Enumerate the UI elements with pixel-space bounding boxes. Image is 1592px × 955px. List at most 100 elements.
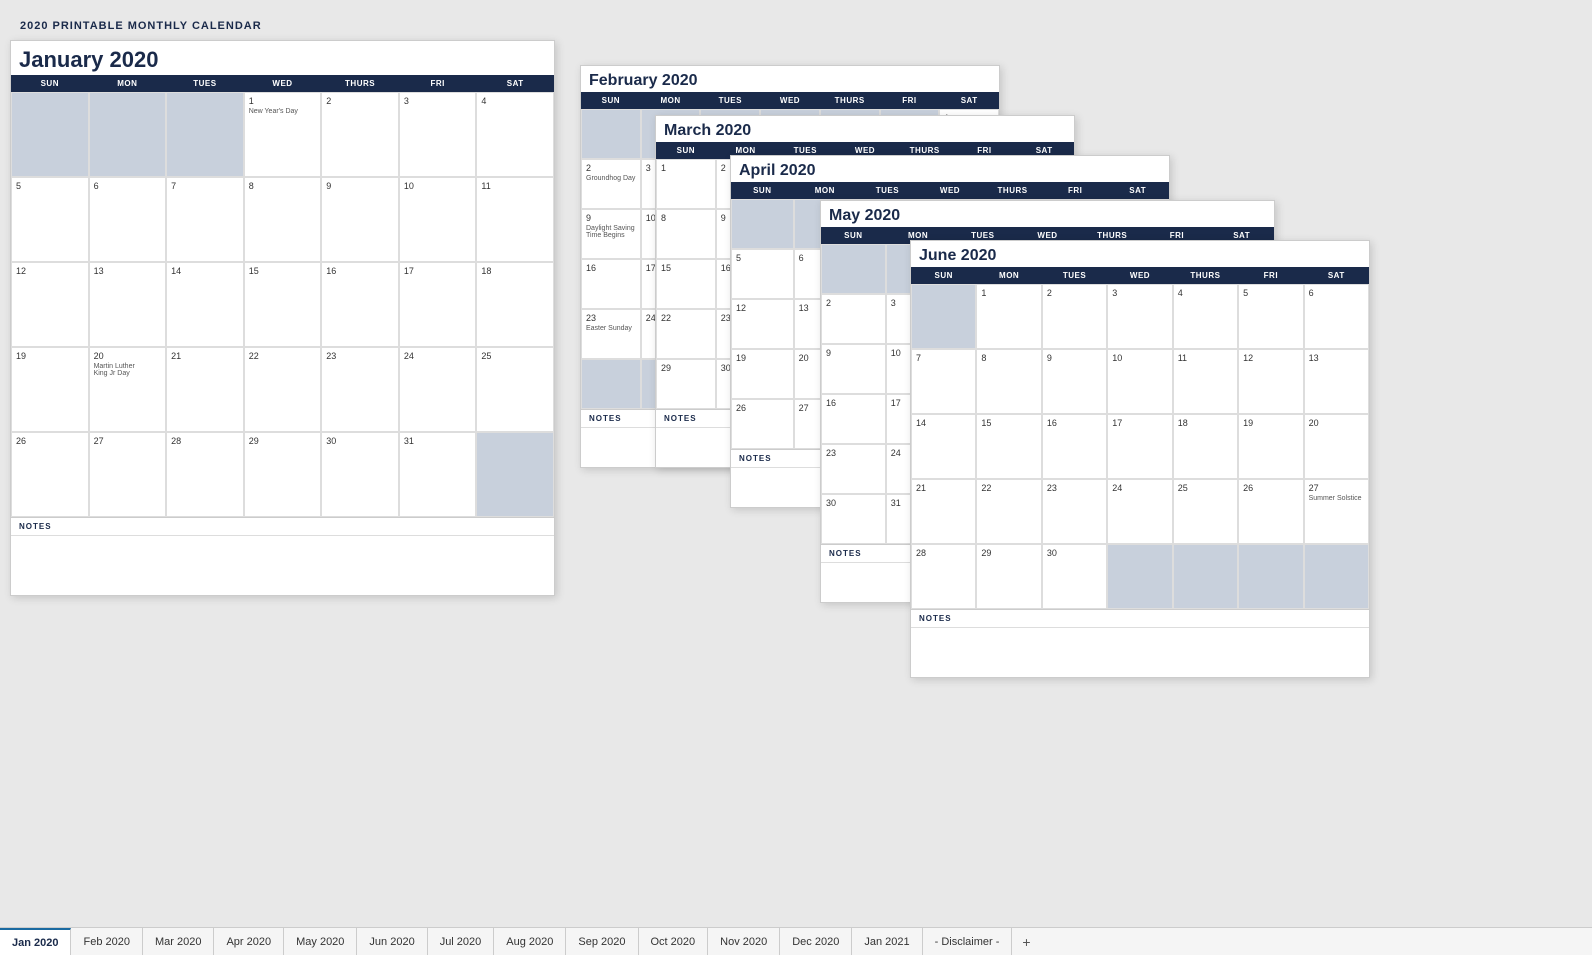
table-row: 13 bbox=[89, 262, 167, 347]
table-row: 28 bbox=[911, 544, 976, 609]
table-row: 25 bbox=[476, 347, 554, 432]
jan-header: SUN MON TUES WED THURS FRI SAT bbox=[11, 75, 554, 92]
table-row: 16 bbox=[581, 259, 641, 309]
tab-dec-2020[interactable]: Dec 2020 bbox=[780, 928, 852, 955]
tab-apr-2020[interactable]: Apr 2020 bbox=[214, 928, 284, 955]
jun-grid: 1 2 3 4 5 6 7 8 9 10 11 12 13 14 15 16 1… bbox=[911, 284, 1369, 609]
table-row: 6 bbox=[1304, 284, 1369, 349]
table-row: 17 bbox=[1107, 414, 1172, 479]
jan-hdr-wed: WED bbox=[244, 75, 322, 92]
table-row: 15 bbox=[244, 262, 322, 347]
table-row: 31 bbox=[399, 432, 477, 517]
table-row: 10 bbox=[1107, 349, 1172, 414]
feb-header: SUN MON TUES WED THURS FRI SAT bbox=[581, 92, 999, 109]
jan-hdr-mon: MON bbox=[89, 75, 167, 92]
tab-jan-2021[interactable]: Jan 2021 bbox=[852, 928, 922, 955]
tab-aug-2020[interactable]: Aug 2020 bbox=[494, 928, 566, 955]
add-tab-button[interactable]: + bbox=[1012, 930, 1040, 954]
tab-disclaimer[interactable]: - Disclaimer - bbox=[923, 928, 1013, 955]
table-row: 20 bbox=[1304, 414, 1369, 479]
table-row: 29 bbox=[244, 432, 322, 517]
tab-feb-2020[interactable]: Feb 2020 bbox=[71, 928, 142, 955]
table-row: 13 bbox=[1304, 349, 1369, 414]
tab-mar-2020[interactable]: Mar 2020 bbox=[143, 928, 214, 955]
table-row: 2 bbox=[1042, 284, 1107, 349]
jan-hdr-fri: FRI bbox=[399, 75, 477, 92]
table-row: 1New Year's Day bbox=[244, 92, 322, 177]
table-row: 4 bbox=[476, 92, 554, 177]
table-row: 23 bbox=[1042, 479, 1107, 544]
table-row bbox=[89, 92, 167, 177]
table-row: 24 bbox=[1107, 479, 1172, 544]
table-row: 16 bbox=[1042, 414, 1107, 479]
table-row: 29 bbox=[976, 544, 1041, 609]
table-row bbox=[1173, 544, 1238, 609]
table-row: 20Martin LutherKing Jr Day bbox=[89, 347, 167, 432]
jan-title: January 2020 bbox=[11, 41, 554, 75]
table-row: 9 bbox=[321, 177, 399, 262]
table-row bbox=[581, 109, 641, 159]
table-row: 12 bbox=[1238, 349, 1303, 414]
table-row: 27Summer Solstice bbox=[1304, 479, 1369, 544]
table-row: 7 bbox=[911, 349, 976, 414]
tab-jan-2020[interactable]: Jan 2020 bbox=[0, 928, 71, 955]
table-row bbox=[911, 284, 976, 349]
table-row bbox=[1238, 544, 1303, 609]
table-row bbox=[821, 244, 886, 294]
table-row: 1 bbox=[976, 284, 1041, 349]
jan-hdr-thu: THURS bbox=[321, 75, 399, 92]
table-row: 18 bbox=[476, 262, 554, 347]
tab-nov-2020[interactable]: Nov 2020 bbox=[708, 928, 780, 955]
tab-may-2020[interactable]: May 2020 bbox=[284, 928, 357, 955]
apr-title: April 2020 bbox=[731, 156, 1169, 182]
table-row: 12 bbox=[11, 262, 89, 347]
table-row: 7 bbox=[166, 177, 244, 262]
table-row: 11 bbox=[1173, 349, 1238, 414]
table-row: 27 bbox=[89, 432, 167, 517]
table-row bbox=[476, 432, 554, 517]
jan-hdr-tue: TUES bbox=[166, 75, 244, 92]
table-row: 28 bbox=[166, 432, 244, 517]
table-row: 22 bbox=[976, 479, 1041, 544]
table-row: 16 bbox=[821, 394, 886, 444]
table-row: 8 bbox=[656, 209, 716, 259]
table-row: 22 bbox=[244, 347, 322, 432]
table-row: 2 bbox=[321, 92, 399, 177]
table-row: 9Daylight SavingTime Begins bbox=[581, 209, 641, 259]
table-row bbox=[11, 92, 89, 177]
table-row: 14 bbox=[911, 414, 976, 479]
jan-grid: 1New Year's Day 2 3 4 5 6 7 8 9 10 11 12… bbox=[11, 92, 554, 517]
table-row: 11 bbox=[476, 177, 554, 262]
page-title: 2020 PRINTABLE MONTHLY CALENDAR bbox=[20, 20, 1572, 32]
table-row bbox=[166, 92, 244, 177]
table-row: 4 bbox=[1173, 284, 1238, 349]
table-row: 24 bbox=[399, 347, 477, 432]
table-row: 26 bbox=[11, 432, 89, 517]
table-row bbox=[1304, 544, 1369, 609]
mar-title: March 2020 bbox=[656, 116, 1074, 142]
table-row: 9 bbox=[821, 344, 886, 394]
table-row: 19 bbox=[1238, 414, 1303, 479]
jan-notes: NOTES bbox=[11, 517, 554, 535]
main-area: 2020 PRINTABLE MONTHLY CALENDAR January … bbox=[0, 0, 1592, 927]
table-row: 16 bbox=[321, 262, 399, 347]
tab-jul-2020[interactable]: Jul 2020 bbox=[428, 928, 495, 955]
table-row: 30 bbox=[321, 432, 399, 517]
tab-bar: Jan 2020 Feb 2020 Mar 2020 Apr 2020 May … bbox=[0, 927, 1592, 955]
jun-header: SUN MON TUES WED THURS FRI SAT bbox=[911, 267, 1369, 284]
tab-oct-2020[interactable]: Oct 2020 bbox=[639, 928, 709, 955]
table-row: 12 bbox=[731, 299, 794, 349]
may-title: May 2020 bbox=[821, 201, 1274, 227]
table-row: 8 bbox=[244, 177, 322, 262]
tab-jun-2020[interactable]: Jun 2020 bbox=[357, 928, 427, 955]
table-row: 5 bbox=[1238, 284, 1303, 349]
apr-header: SUN MON TUES WED THURS FRI SAT bbox=[731, 182, 1169, 199]
table-row: 21 bbox=[166, 347, 244, 432]
jun-notes: NOTES bbox=[911, 609, 1369, 627]
tab-sep-2020[interactable]: Sep 2020 bbox=[566, 928, 638, 955]
table-row: 30 bbox=[821, 494, 886, 544]
table-row: 2Groundhog Day bbox=[581, 159, 641, 209]
table-row: 15 bbox=[976, 414, 1041, 479]
table-row: 8 bbox=[976, 349, 1041, 414]
table-row: 19 bbox=[11, 347, 89, 432]
